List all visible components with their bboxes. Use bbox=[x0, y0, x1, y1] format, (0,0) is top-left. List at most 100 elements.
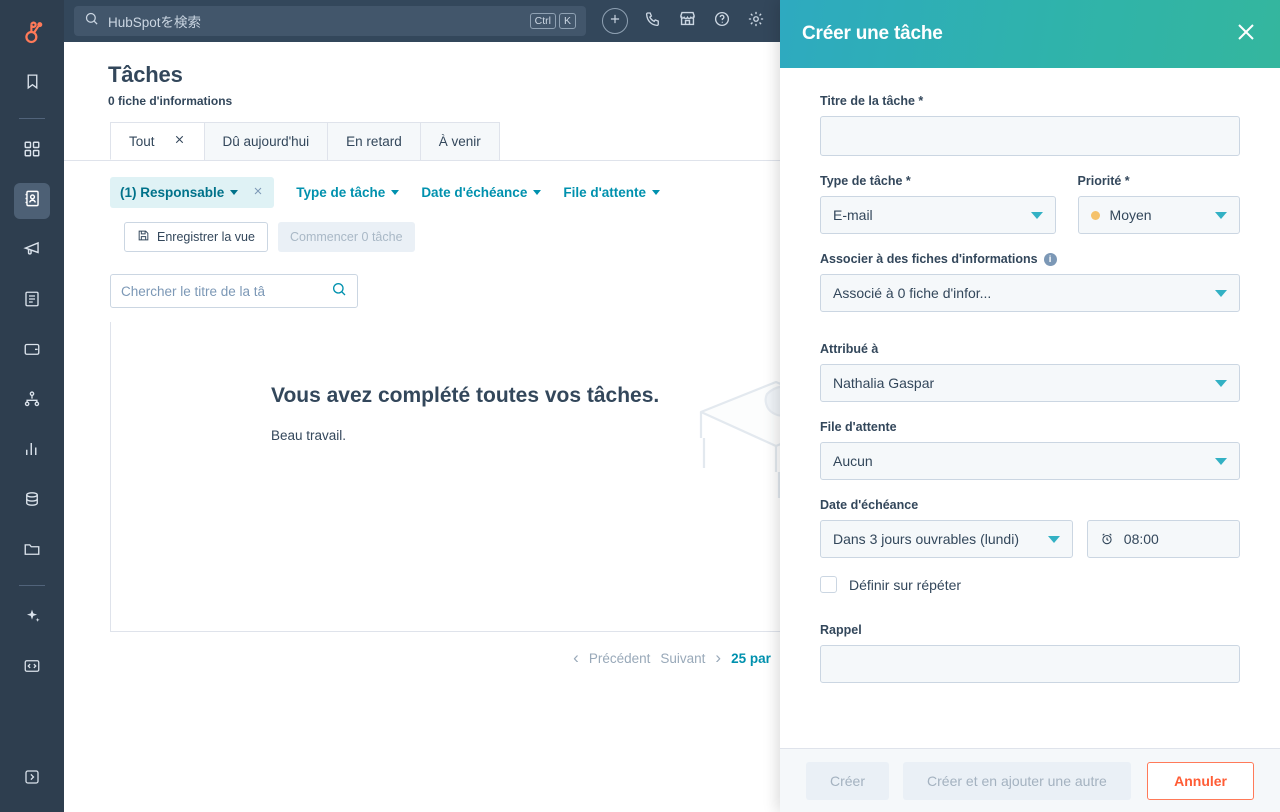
filter-responsable[interactable]: (1) Responsable bbox=[110, 177, 274, 208]
filter-label: File d'attente bbox=[563, 185, 646, 200]
chevron-down-icon bbox=[1215, 212, 1227, 219]
task-type-label: Type de tâche * bbox=[820, 174, 1056, 188]
panel-close-button[interactable] bbox=[1234, 20, 1258, 49]
task-title-label: Titre de la tâche * bbox=[820, 94, 1240, 108]
filter-file-attente[interactable]: File d'attente bbox=[563, 185, 660, 200]
rail-divider-top bbox=[19, 118, 45, 119]
repeat-checkbox-row[interactable]: Définir sur répéter bbox=[820, 576, 1240, 593]
tab-du-aujourdhui[interactable]: Dû aujourd'hui bbox=[204, 122, 328, 160]
start-tasks-button[interactable]: Commencer 0 tâche bbox=[278, 222, 415, 252]
panel-header: Créer une tâche bbox=[780, 0, 1280, 68]
empty-state: Vous avez complété toutes vos tâches. Be… bbox=[271, 382, 701, 443]
assigned-label: Attribué à bbox=[820, 342, 1240, 356]
chevron-right-icon[interactable]: › bbox=[715, 648, 721, 668]
reminder-label: Rappel bbox=[820, 623, 1240, 637]
due-time-input[interactable]: 08:00 bbox=[1087, 520, 1240, 558]
tab-tout[interactable]: Tout bbox=[110, 122, 204, 160]
marketplace-icon bbox=[678, 15, 697, 32]
sidebar-item-data[interactable] bbox=[14, 483, 50, 519]
priority-value: Moyen bbox=[1110, 207, 1152, 223]
calling-button[interactable] bbox=[644, 10, 662, 33]
filter-label: Date d'échéance bbox=[421, 185, 527, 200]
empty-state-title: Vous avez complété toutes vos tâches. bbox=[271, 382, 701, 410]
close-icon[interactable] bbox=[173, 133, 186, 149]
tab-label: Dû aujourd'hui bbox=[223, 134, 310, 149]
pagination-next[interactable]: Suivant bbox=[660, 651, 705, 666]
create-task-button[interactable]: Créer bbox=[806, 762, 889, 800]
associate-label-text: Associer à des fiches d'informations bbox=[820, 252, 1038, 266]
sidebar-item-commerce[interactable] bbox=[14, 333, 50, 369]
create-and-add-another-button[interactable]: Créer et en ajouter une autre bbox=[903, 762, 1131, 800]
empty-state-subtitle: Beau travail. bbox=[271, 428, 701, 443]
global-search-input[interactable]: HubSpotを検索 Ctrl K bbox=[74, 6, 586, 36]
megaphone-marketing-icon bbox=[23, 239, 42, 263]
info-icon[interactable]: i bbox=[1044, 253, 1057, 266]
marketplace-button[interactable] bbox=[678, 9, 697, 33]
sidebar-item-developer[interactable] bbox=[14, 650, 50, 686]
sidebar-item-reporting[interactable] bbox=[14, 433, 50, 469]
reminder-select[interactable] bbox=[820, 645, 1240, 683]
sidebar-item-library[interactable] bbox=[14, 533, 50, 569]
repeat-label: Définir sur répéter bbox=[849, 577, 961, 593]
save-view-label: Enregistrer la vue bbox=[157, 230, 255, 244]
filter-label: Type de tâche bbox=[296, 185, 385, 200]
settings-button[interactable] bbox=[747, 10, 765, 33]
filter-date-echeance[interactable]: Date d'échéance bbox=[421, 185, 541, 200]
task-type-select[interactable]: E-mail bbox=[820, 196, 1056, 234]
create-button[interactable] bbox=[602, 8, 628, 34]
chevron-down-icon bbox=[652, 190, 660, 195]
chevron-left-icon[interactable]: ‹ bbox=[573, 648, 579, 668]
chevron-down-icon bbox=[1215, 458, 1227, 465]
task-search-input[interactable]: Chercher le titre de la tâ bbox=[110, 274, 358, 308]
sidebar-item-automation[interactable] bbox=[14, 383, 50, 419]
associate-select[interactable]: Associé à 0 fiche d'infor... bbox=[820, 274, 1240, 312]
type-priority-row: Type de tâche * E-mail Priorité * Moyen bbox=[820, 174, 1240, 234]
filter-type-de-tache[interactable]: Type de tâche bbox=[296, 185, 399, 200]
task-search-placeholder: Chercher le titre de la tâ bbox=[121, 284, 331, 299]
per-page-selector[interactable]: 25 par bbox=[731, 651, 771, 666]
shortcut-k-badge: K bbox=[559, 13, 576, 29]
associate-label: Associer à des fiches d'informations i bbox=[820, 252, 1240, 266]
panel-footer: Créer Créer et en ajouter une autre Annu… bbox=[780, 748, 1280, 812]
settings-gear-icon bbox=[747, 15, 765, 32]
cancel-button[interactable]: Annuler bbox=[1147, 762, 1254, 800]
tab-en-retard[interactable]: En retard bbox=[327, 122, 420, 160]
queue-select[interactable]: Aucun bbox=[820, 442, 1240, 480]
sidebar-item-bookmark[interactable] bbox=[14, 66, 50, 102]
priority-select[interactable]: Moyen bbox=[1078, 196, 1240, 234]
due-time-value: 08:00 bbox=[1124, 531, 1159, 547]
task-title-input[interactable] bbox=[820, 116, 1240, 156]
left-nav-rail bbox=[0, 0, 64, 812]
reporting-bars-icon bbox=[23, 440, 41, 463]
search-icon[interactable] bbox=[331, 281, 347, 302]
commerce-wallet-icon bbox=[23, 340, 41, 363]
sidebar-item-contacts[interactable] bbox=[14, 183, 50, 219]
chevron-down-icon bbox=[533, 190, 541, 195]
rail-expand-button[interactable] bbox=[14, 764, 50, 794]
sidebar-item-marketing[interactable] bbox=[14, 233, 50, 269]
priority-status-dot bbox=[1091, 211, 1100, 220]
hubspot-sprocket-icon[interactable] bbox=[12, 12, 52, 52]
chevron-down-icon bbox=[391, 190, 399, 195]
ai-sparkle-icon bbox=[23, 607, 41, 630]
panel-title: Créer une tâche bbox=[802, 23, 943, 45]
assigned-select[interactable]: Nathalia Gaspar bbox=[820, 364, 1240, 402]
repeat-checkbox[interactable] bbox=[820, 576, 837, 593]
tab-label: À venir bbox=[439, 134, 481, 149]
sidebar-item-apps[interactable] bbox=[14, 133, 50, 169]
help-button[interactable] bbox=[713, 10, 731, 33]
tab-a-venir[interactable]: À venir bbox=[420, 122, 500, 160]
task-type-value: E-mail bbox=[833, 207, 873, 223]
save-view-button[interactable]: Enregistrer la vue bbox=[124, 222, 268, 252]
sidebar-item-ai[interactable] bbox=[14, 600, 50, 636]
close-icon bbox=[1234, 31, 1258, 48]
close-icon[interactable] bbox=[252, 185, 264, 200]
sidebar-item-content[interactable] bbox=[14, 283, 50, 319]
alarm-clock-icon bbox=[1100, 532, 1114, 546]
due-date-row: Dans 3 jours ouvrables (lundi) 08:00 bbox=[820, 512, 1240, 558]
queue-label: File d'attente bbox=[820, 420, 1240, 434]
grid-apps-icon bbox=[23, 140, 41, 163]
due-date-select[interactable]: Dans 3 jours ouvrables (lundi) bbox=[820, 520, 1073, 558]
pagination-prev[interactable]: Précédent bbox=[589, 651, 651, 666]
contacts-icon bbox=[23, 189, 42, 213]
